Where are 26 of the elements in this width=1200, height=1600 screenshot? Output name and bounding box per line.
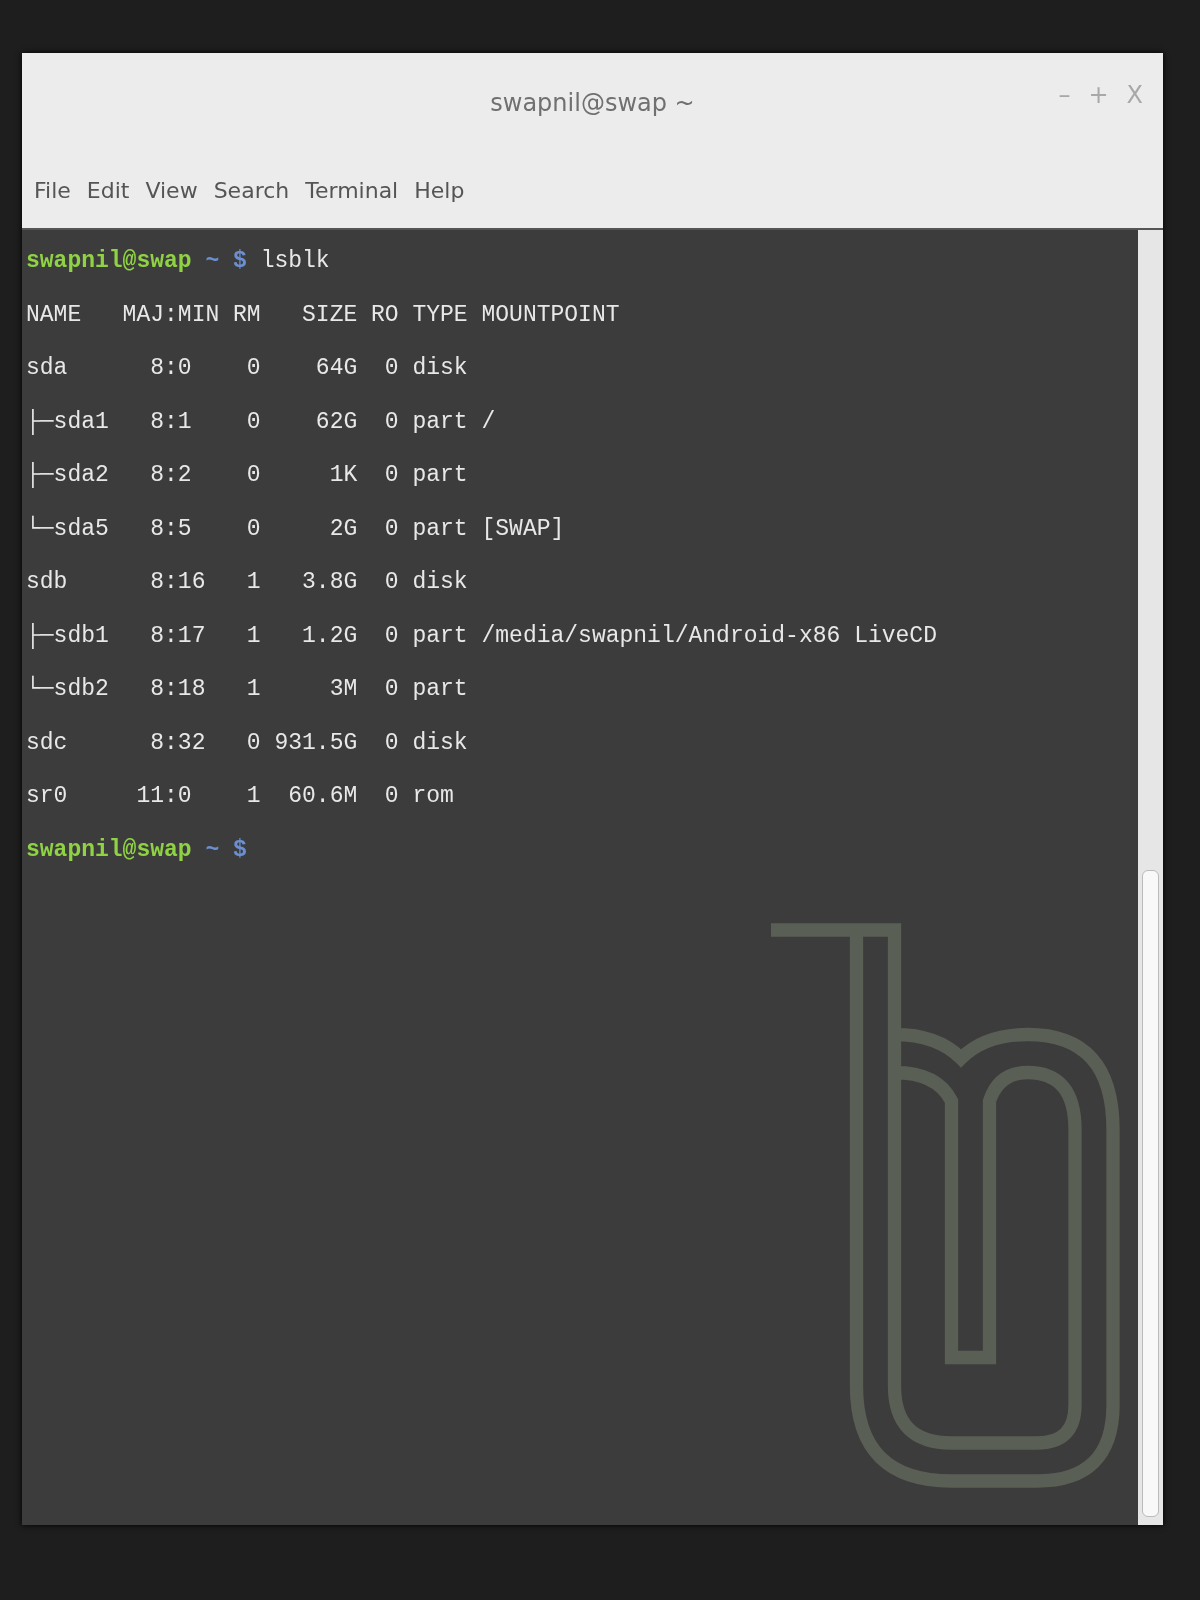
prompt-user-host: swapnil@swap: [26, 836, 192, 863]
prompt-user-host: swapnil@swap: [26, 248, 192, 274]
output-line: NAME MAJ:MIN RM SIZE RO TYPE MOUNTPOINT: [26, 301, 620, 328]
menu-item[interactable]: File: [34, 178, 71, 203]
output-line: ├─sdb1 8:17 1 1.2G 0 part /media/swapnil/Android-x86 LiveCD: [26, 622, 937, 649]
window-title: swapnil@swap ~: [490, 89, 695, 117]
output-line: sr0 11:0 1 60.6M 0 rom: [26, 783, 454, 809]
scrollbar-thumb[interactable]: [1142, 870, 1159, 1517]
output-line: └─sdb2 8:18 1 3M 0 part: [26, 676, 468, 702]
menu-item[interactable]: Terminal: [305, 178, 399, 203]
menu-item[interactable]: Search: [213, 178, 290, 203]
menu-item[interactable]: Edit: [86, 178, 130, 203]
output-line: ├─sda1 8:1 0 62G 0 part /: [26, 408, 496, 435]
menu-item[interactable]: View: [145, 178, 198, 203]
output-line: sdc 8:32 0 931.5G 0 disk: [26, 729, 468, 756]
scrollbar[interactable]: [1138, 230, 1163, 1525]
output-line: sda 8:0 0 64G 0 disk: [26, 355, 468, 381]
command-text: lsblk: [260, 248, 330, 274]
menu-item[interactable]: Help: [414, 178, 465, 203]
prompt-symbol: $: [233, 248, 247, 274]
output-line: ├─sda2 8:2 0 1K 0 part: [26, 462, 468, 488]
prompt-path: ~: [205, 836, 220, 863]
prompt-symbol: $: [233, 836, 247, 863]
output-line: └─sda5 8:5 0 2G 0 part [SWAP]: [26, 515, 565, 542]
output-line: sdb 8:16 1 3.8G 0 disk: [26, 569, 468, 595]
prompt-path: ~: [205, 248, 220, 274]
